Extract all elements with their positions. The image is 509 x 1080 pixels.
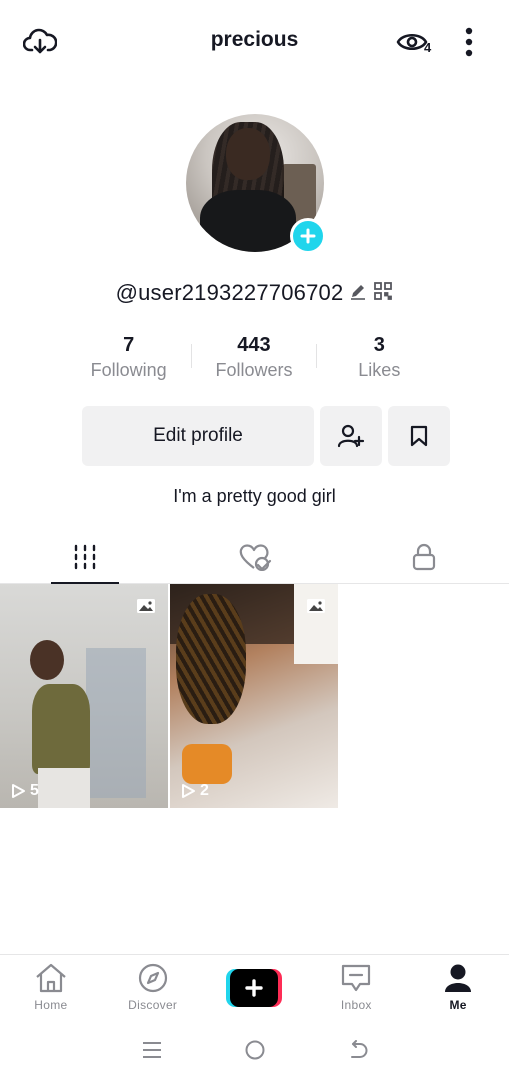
nav-me[interactable]: Me: [407, 955, 509, 1024]
play-count-value: 5: [30, 782, 39, 799]
photo-icon: [137, 599, 155, 613]
likes-count: 3: [373, 334, 385, 356]
play-count-value: 2: [200, 782, 209, 799]
menu-icon[interactable]: [141, 1041, 163, 1064]
top-bar: precious 4: [0, 0, 509, 84]
play-icon: [12, 784, 25, 798]
content-tabs: [0, 530, 509, 584]
liked-heart-icon: [239, 543, 271, 571]
lock-icon: [413, 543, 436, 570]
system-navigation: [0, 1024, 509, 1080]
play-count: 2: [180, 782, 209, 800]
compass-icon: [138, 963, 167, 993]
tab-videos[interactable]: [0, 530, 170, 583]
followers-label: Followers: [215, 360, 293, 380]
nav-home-label: Home: [34, 998, 68, 1012]
profile-views-button[interactable]: 4: [392, 24, 440, 60]
plus-icon: [300, 228, 316, 244]
home-icon: [36, 963, 66, 993]
create-plus-icon: [226, 969, 283, 1007]
inbox-icon: [342, 964, 371, 992]
nav-create[interactable]: [204, 955, 306, 1024]
edit-profile-button[interactable]: Edit profile: [82, 406, 314, 466]
bottom-navigation: Home Discover Inbox Me: [0, 954, 509, 1024]
more-vertical-icon[interactable]: [452, 22, 486, 62]
profile-avatar-area: [186, 114, 326, 254]
add-user-icon: [337, 424, 365, 448]
back-icon[interactable]: [347, 1039, 369, 1065]
stat-likes[interactable]: 3 Likes: [317, 332, 442, 388]
stat-following[interactable]: 7 Following: [66, 332, 191, 388]
grid-icon: [74, 544, 96, 569]
stat-divider: [191, 344, 192, 368]
nav-home[interactable]: Home: [0, 955, 102, 1024]
profile-views-count: 4: [424, 40, 432, 55]
home-circle-icon[interactable]: [244, 1039, 266, 1066]
profile-icon: [445, 964, 472, 992]
add-friend-button[interactable]: [320, 406, 382, 466]
play-icon: [182, 784, 195, 798]
add-avatar-button[interactable]: [290, 218, 326, 254]
saved-button[interactable]: [388, 406, 450, 466]
username: @user2193227706702: [115, 280, 344, 305]
stat-divider: [316, 344, 317, 368]
nav-discover[interactable]: Discover: [102, 955, 204, 1024]
video-grid: 5 2: [0, 584, 509, 808]
tab-liked[interactable]: [170, 530, 340, 583]
tab-private[interactable]: [339, 530, 509, 583]
photo-icon: [307, 599, 325, 613]
likes-label: Likes: [358, 360, 401, 380]
nav-inbox-label: Inbox: [340, 998, 372, 1012]
qr-code-icon[interactable]: [373, 281, 393, 306]
username-row: @user2193227706702: [0, 278, 509, 308]
nav-discover-label: Discover: [128, 998, 178, 1012]
play-count: 5: [10, 782, 39, 800]
profile-stats: 7 Following 443 Followers 3 Likes: [66, 332, 442, 388]
stat-followers[interactable]: 443 Followers: [191, 332, 316, 388]
video-thumbnail[interactable]: 2: [170, 584, 338, 808]
following-label: Following: [90, 360, 167, 380]
bookmark-icon: [410, 425, 428, 447]
profile-bio: I'm a pretty good girl: [173, 486, 336, 506]
pencil-icon[interactable]: [349, 282, 367, 305]
following-count: 7: [123, 334, 135, 356]
nav-inbox[interactable]: Inbox: [305, 955, 407, 1024]
followers-count: 443: [237, 334, 271, 356]
nav-me-label: Me: [449, 998, 467, 1012]
video-thumbnail[interactable]: 5: [0, 584, 168, 808]
